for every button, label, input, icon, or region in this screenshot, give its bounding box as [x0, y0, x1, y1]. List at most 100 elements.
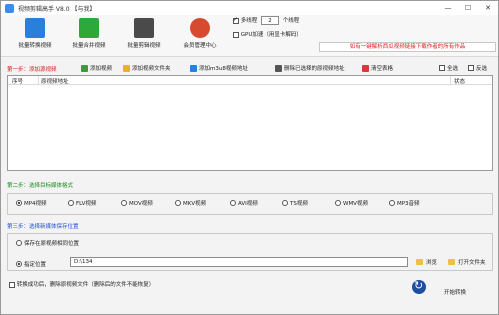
clear-table-button[interactable]: 清空表格 — [362, 64, 393, 72]
clear-table-label: 清空表格 — [371, 66, 394, 72]
col-index: 序号 — [12, 79, 24, 85]
add-video-label: 添加视频 — [90, 66, 113, 72]
select-all-checkbox[interactable] — [439, 65, 445, 71]
add-folder-button[interactable]: 添加视频文件夹 — [123, 64, 171, 72]
format-mp4[interactable]: MP4视频 — [16, 199, 47, 207]
minimize-button[interactable]: — — [438, 1, 458, 15]
col-status: 状态 — [454, 79, 466, 85]
batch-edit-button[interactable]: 批量剪辑视频 — [118, 18, 170, 49]
batch-convert-button[interactable]: 批量转换视频 — [9, 18, 61, 49]
step2-title: 第二步：选择目标媒体格式 — [7, 183, 74, 189]
radio-mp4[interactable] — [16, 200, 22, 206]
add-m3u8-label: 添加m3u8视频地址 — [199, 66, 248, 72]
app-logo-icon — [5, 3, 14, 13]
batch-merge-button[interactable]: 批量合并视频 — [63, 18, 115, 49]
format-mov[interactable]: MOV视频 — [121, 199, 153, 207]
delete-selected-button[interactable]: 删除已选择的原视频地址 — [275, 64, 345, 72]
col-source-path: 原视频地址 — [41, 79, 69, 85]
select-all-option[interactable]: 全选 — [439, 64, 458, 72]
radio-mp3[interactable] — [389, 200, 395, 206]
select-all-label: 全选 — [447, 66, 459, 72]
member-center-label: 会员管理中心 — [183, 43, 217, 49]
table-header: 序号 原视频地址 状态 — [8, 76, 492, 85]
format-avi[interactable]: AVI视频 — [230, 199, 258, 207]
radio-flv[interactable] — [68, 200, 74, 206]
link-icon — [190, 64, 197, 72]
save-same-dir-option[interactable]: 保存在原视频相同位置 — [16, 239, 79, 247]
step1-action-bar: 第一步：添加源视频 添加视频 添加视频文件夹 添加m3u8视频地址 删除已选择的… — [1, 62, 498, 74]
radio-custom-dir[interactable] — [16, 261, 22, 267]
gpu-checkbox[interactable] — [233, 31, 239, 38]
browse-button[interactable]: 浏览 — [416, 258, 437, 266]
folder-browse-icon — [416, 259, 423, 265]
custom-dir-option[interactable]: 指定位置 — [16, 260, 46, 268]
format-avi-label: AVI视频 — [238, 201, 258, 207]
delete-selected-label: 删除已选择的原视频地址 — [284, 66, 345, 72]
maximize-button[interactable]: ☐ — [458, 1, 478, 15]
output-location-group: 保存在原视频相同位置 指定位置 D:\134 浏览 打开文件夹 — [7, 233, 493, 271]
close-button[interactable]: ✕ — [478, 1, 498, 15]
format-mov-label: MOV视频 — [129, 201, 153, 207]
invert-option[interactable]: 反选 — [468, 64, 487, 72]
radio-mov[interactable] — [121, 200, 127, 206]
format-ts[interactable]: TS视频 — [282, 199, 308, 207]
clear-icon — [362, 64, 369, 72]
output-path-input[interactable]: D:\134 — [70, 257, 408, 267]
format-wmv[interactable]: WMV视频 — [335, 199, 368, 207]
multithread-checkbox[interactable] — [233, 16, 239, 24]
format-mp3[interactable]: MP3音频 — [389, 199, 420, 207]
start-convert-label: 开始转换 — [444, 290, 467, 296]
format-mp3-label: MP3音频 — [397, 201, 420, 207]
radio-avi[interactable] — [230, 200, 236, 206]
add-icon — [81, 64, 88, 72]
gpu-label: GPU加速（用显卡解码） — [240, 32, 302, 38]
format-flv[interactable]: FLV视频 — [68, 199, 96, 207]
add-video-button[interactable]: 添加视频 — [81, 64, 112, 72]
step1-title: 第一步：添加源视频 — [7, 67, 57, 73]
invert-checkbox[interactable] — [468, 65, 474, 71]
video-list-table[interactable]: 序号 原视频地址 状态 — [7, 75, 493, 171]
member-center-button[interactable]: 会员管理中心 — [174, 18, 226, 49]
format-flv-label: FLV视频 — [76, 201, 97, 207]
radio-same-dir[interactable] — [16, 240, 22, 246]
thread-count-input[interactable]: 2 — [261, 16, 280, 25]
radio-wmv[interactable] — [335, 200, 341, 206]
invert-label: 反选 — [476, 66, 488, 72]
open-folder-button[interactable]: 打开文件夹 — [448, 258, 486, 266]
delete-source-checkbox[interactable] — [9, 281, 15, 288]
same-dir-label: 保存在原视频相同位置 — [24, 241, 80, 247]
promo-banner[interactable]: 如有一键解析西瓜视频链接下载作者的所有作品 — [319, 42, 496, 52]
start-convert-button[interactable]: 开始转换 — [412, 279, 466, 296]
format-mkv-label: MKV视频 — [183, 201, 207, 207]
format-group: MP4视频 FLV视频 MOV视频 MKV视频 AVI视频 TS视频 WMV视频… — [7, 193, 493, 215]
browse-label: 浏览 — [426, 260, 438, 266]
format-ts-label: TS视频 — [290, 201, 308, 207]
film-reel-icon — [134, 18, 154, 38]
thread-unit-label: 个线程 — [282, 18, 300, 24]
folder-icon — [123, 64, 130, 72]
delete-icon — [275, 64, 282, 72]
app-window: 视频剪辑高手 V8.0 【与我】 — ☐ ✕ 批量转换视频 批量合并视频 批量剪… — [0, 0, 499, 315]
custom-dir-label: 指定位置 — [24, 262, 47, 268]
radio-ts[interactable] — [282, 200, 288, 206]
add-m3u8-button[interactable]: 添加m3u8视频地址 — [190, 64, 248, 72]
delete-source-option[interactable]: 转换成功后，删除原视频文件（删除后的文件不能恢复） — [9, 280, 154, 288]
user-icon — [190, 18, 210, 38]
format-wmv-label: WMV视频 — [343, 201, 368, 207]
title-bar: 视频剪辑高手 V8.0 【与我】 — ☐ ✕ — [1, 1, 498, 15]
step3-title: 第三步：选择新媒体保存位置 — [7, 224, 79, 230]
refresh-icon — [412, 279, 426, 294]
format-mkv[interactable]: MKV视频 — [175, 199, 206, 207]
window-title: 视频剪辑高手 V8.0 【与我】 — [18, 5, 96, 13]
multithread-label: 多线程 — [240, 18, 258, 24]
convert-icon — [25, 18, 45, 38]
merge-icon — [79, 18, 99, 38]
batch-edit-label: 批量剪辑视频 — [127, 43, 161, 49]
multithread-option[interactable]: 多线程 2 个线程 — [233, 16, 299, 25]
open-folder-icon — [448, 259, 455, 265]
delete-source-label: 转换成功后，删除原视频文件（删除后的文件不能恢复） — [16, 282, 155, 288]
gpu-option[interactable]: GPU加速（用显卡解码） — [233, 30, 302, 38]
radio-mkv[interactable] — [175, 200, 181, 206]
format-mp4-label: MP4视频 — [24, 201, 47, 207]
open-folder-label: 打开文件夹 — [458, 260, 486, 266]
